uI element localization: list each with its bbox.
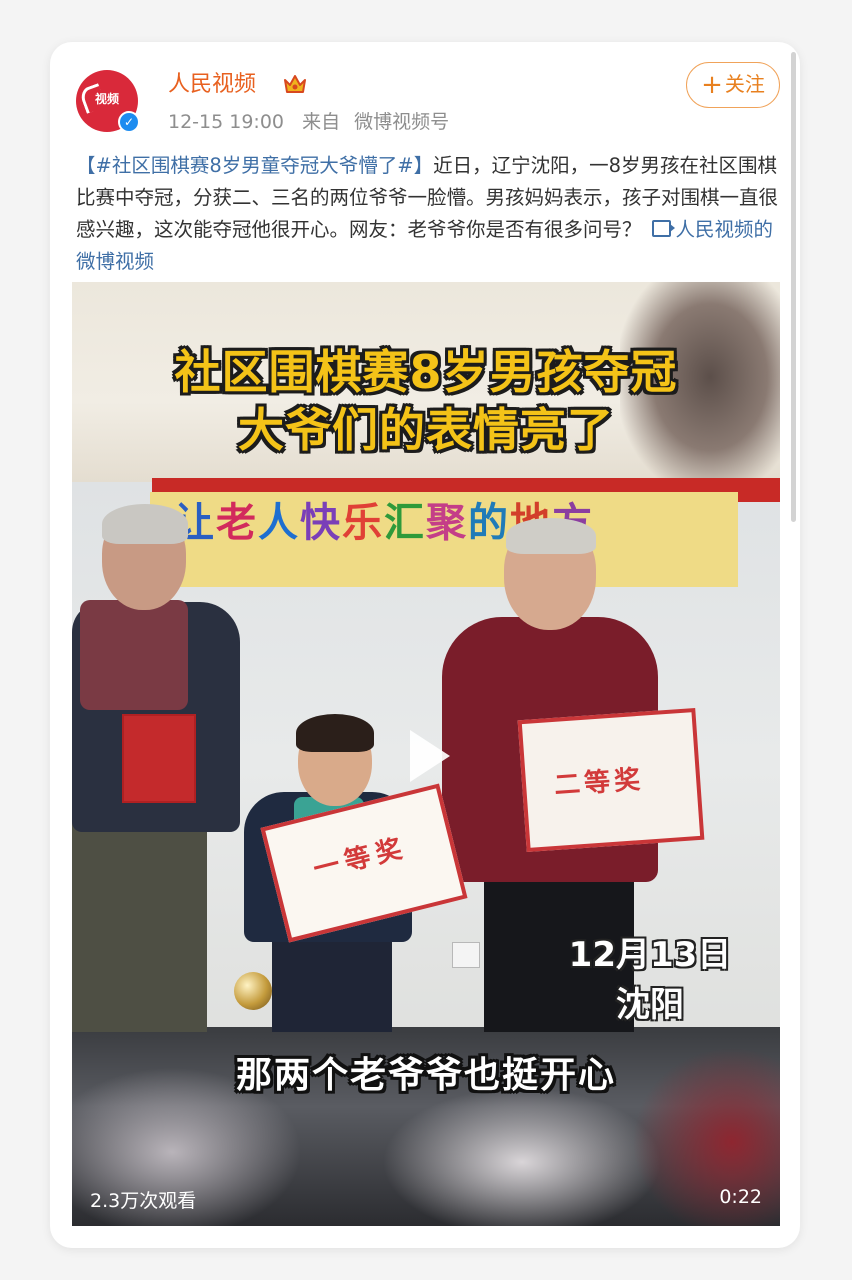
banner-char: 人: [258, 500, 300, 546]
left-man-certificate: [122, 714, 196, 803]
video-date: 12月13日: [568, 935, 732, 975]
follow-label: 关注: [724, 72, 765, 96]
banner-char: 快: [300, 500, 342, 546]
post-time: 12-15 19:00: [168, 111, 285, 133]
post-text: 【#社区围棋赛8岁男童夺冠大爷懵了#】近日，辽宁沈阳，一8岁男孩在社区围棋比赛中…: [76, 150, 780, 278]
banner-char: 乐: [342, 500, 384, 546]
video-camera-icon: [651, 220, 675, 237]
video-location: 沈阳: [616, 985, 684, 1025]
left-man-hair: [102, 504, 188, 544]
boy-hair: [296, 714, 374, 752]
play-icon[interactable]: [410, 730, 450, 782]
right-man-certificate-text: 二等奖: [553, 764, 646, 802]
scrollbar[interactable]: [791, 52, 796, 522]
banner-char: 老: [216, 500, 258, 546]
username[interactable]: 人民视频: [168, 70, 256, 100]
from-label: 来自: [302, 111, 341, 133]
crown-badge-icon: [284, 75, 306, 93]
right-man-hair: [506, 518, 596, 554]
video-player[interactable]: 社区围棋赛8岁男孩夺冠 大爷们的表情亮了 让老人快乐汇聚的地方 二等奖 一等奖 …: [72, 282, 780, 1226]
wall-outlet: [452, 942, 480, 968]
view-count: 2.3万次观看: [90, 1190, 197, 1212]
brass-ball: [234, 972, 272, 1010]
video-subtitle: 那两个老爷爷也挺开心: [235, 1055, 616, 1096]
follow-button[interactable]: + 关注: [686, 62, 780, 108]
post-source[interactable]: 微博视频号: [354, 111, 449, 133]
banner-char: 的: [468, 500, 510, 546]
banner-char: 汇: [384, 500, 426, 546]
left-man-legs: [72, 817, 207, 1032]
video-title-line2: 大爷们的表情亮了: [238, 403, 614, 457]
video-duration: 0:22: [719, 1186, 762, 1208]
video-title-line1: 社区围棋赛8岁男孩夺冠: [174, 345, 678, 399]
avatar-logo-text: 视频: [94, 92, 119, 106]
verified-check-icon: ✓: [118, 111, 140, 133]
date-location-overlay: 12月13日 沈阳: [550, 930, 750, 1030]
banner-text: 让老人快乐汇聚的地方: [174, 490, 734, 548]
hashtag-link[interactable]: 【#社区围棋赛8岁男童夺冠大爷懵了#】: [76, 154, 433, 177]
post-meta: 12-15 19:00 来自 微博视频号: [168, 108, 449, 136]
plus-icon: +: [701, 70, 723, 100]
banner-char: 聚: [426, 500, 468, 546]
left-man-scarf: [80, 600, 188, 710]
